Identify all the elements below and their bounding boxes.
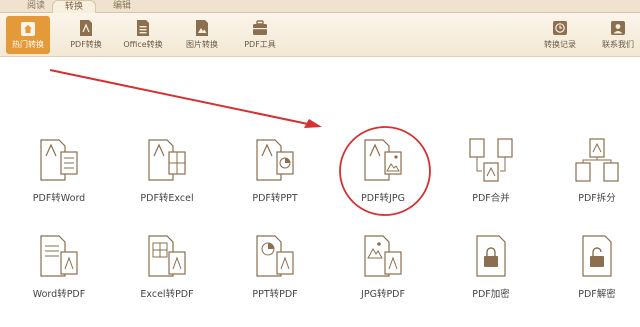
annotation-circle bbox=[339, 126, 431, 216]
